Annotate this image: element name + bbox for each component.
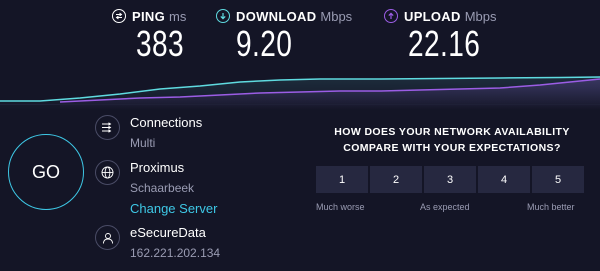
download-label: DOWNLOAD bbox=[236, 8, 317, 24]
survey-question-line2: COMPARE WITH YOUR EXPECTATIONS? bbox=[343, 142, 561, 154]
upload-unit: Mbps bbox=[464, 8, 497, 24]
upload-metric: UPLOAD Mbps 22.16 bbox=[384, 6, 497, 64]
user-icon bbox=[95, 225, 120, 250]
download-metric: DOWNLOAD Mbps 9.20 bbox=[216, 6, 353, 64]
ip-address: 162.221.202.134 bbox=[130, 246, 221, 260]
rating-option-1[interactable]: 1 bbox=[316, 166, 368, 193]
isp-name: eSecureData bbox=[130, 225, 206, 240]
rating-bar: 1 2 3 4 5 bbox=[316, 166, 584, 193]
server-location: Schaarbeek bbox=[130, 181, 195, 195]
rating-caption-mid: As expected bbox=[420, 202, 470, 212]
ping-label: PING bbox=[132, 8, 165, 24]
ping-unit: ms bbox=[168, 8, 187, 24]
rating-option-4[interactable]: 4 bbox=[478, 166, 530, 193]
survey-question-line1: HOW DOES YOUR NETWORK AVAILABILITY bbox=[334, 126, 570, 138]
rating-option-5[interactable]: 5 bbox=[532, 166, 584, 193]
download-value: 9.20 bbox=[236, 23, 293, 64]
go-button[interactable]: GO bbox=[8, 134, 84, 210]
rating-caption-low: Much worse bbox=[316, 202, 365, 212]
rating-caption-high: Much better bbox=[527, 202, 575, 212]
rating-option-2[interactable]: 2 bbox=[370, 166, 422, 193]
survey-question: HOW DOES YOUR NETWORK AVAILABILITY COMPA… bbox=[310, 124, 594, 156]
download-unit: Mbps bbox=[320, 8, 353, 24]
connections-title: Connections bbox=[130, 115, 203, 130]
change-server-link[interactable]: Change Server bbox=[130, 201, 217, 216]
connections-value: Multi bbox=[130, 136, 156, 150]
server-name: Proximus bbox=[130, 160, 185, 175]
rating-option-3[interactable]: 3 bbox=[424, 166, 476, 193]
globe-icon bbox=[95, 160, 120, 185]
ping-icon bbox=[112, 9, 126, 23]
ping-metric: PING ms 383 bbox=[112, 6, 187, 64]
ping-value: 383 bbox=[136, 23, 185, 64]
connections-icon bbox=[95, 115, 120, 140]
upload-arrow-icon bbox=[384, 9, 398, 23]
upload-value: 22.16 bbox=[408, 23, 481, 64]
graph-divider bbox=[0, 104, 600, 105]
upload-label: UPLOAD bbox=[404, 8, 461, 24]
download-arrow-icon bbox=[216, 9, 230, 23]
